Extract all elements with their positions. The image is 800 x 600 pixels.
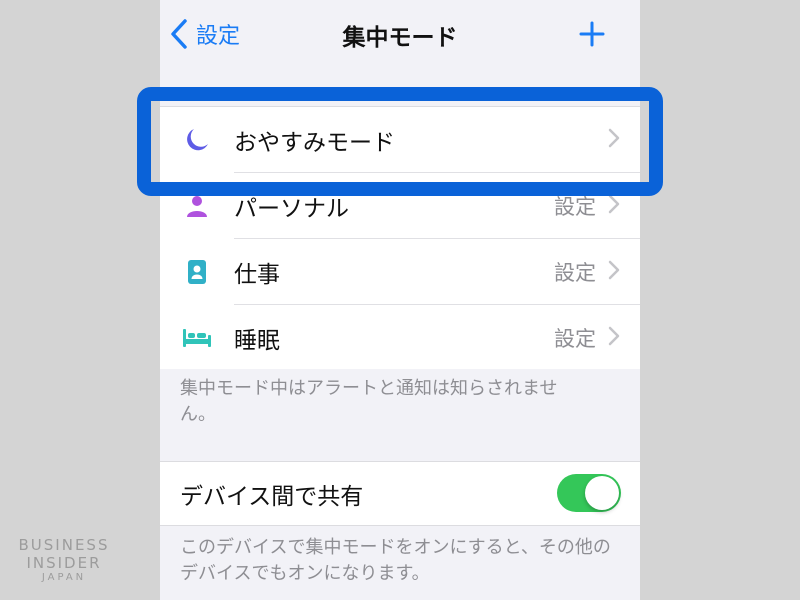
focus-item-work[interactable]: 仕事 設定 (160, 239, 640, 304)
focus-item-label: 仕事 (234, 261, 280, 288)
chevron-right-icon (608, 194, 620, 218)
business-insider-logo: BUSINESS INSIDER JAPAN (12, 536, 116, 584)
focus-item-do-not-disturb[interactable]: おやすみモード (160, 107, 640, 172)
share-across-devices-row: デバイス間で共有 (160, 461, 640, 526)
focus-item-sleep[interactable]: 睡眠 設定 (160, 305, 640, 370)
chevron-right-icon (608, 260, 620, 284)
focus-item-label: おやすみモード (234, 129, 395, 156)
person-icon (182, 191, 212, 221)
share-across-devices-toggle[interactable] (557, 474, 621, 512)
logo-line-1: BUSINESS (18, 536, 110, 554)
id-badge-icon (182, 257, 212, 287)
logo-line-3: JAPAN (41, 572, 87, 583)
add-focus-button[interactable] (578, 20, 606, 52)
moon-icon (182, 125, 212, 155)
navigation-bar: 設定 集中モード (160, 0, 640, 72)
focus-footer-note: 集中モード中はアラートと通知は知らされません。 (180, 378, 558, 425)
bed-icon (182, 323, 212, 353)
focus-item-personal[interactable]: パーソナル 設定 (160, 173, 640, 238)
share-footer-note: このデバイスで集中モードをオンにすると、その他のデバイスでもオンになります。 (180, 537, 611, 584)
chevron-right-icon (608, 128, 620, 152)
focus-item-detail: 設定 (554, 326, 596, 351)
focus-item-detail: 設定 (554, 260, 596, 285)
focus-mode-list: おやすみモード パーソナル 設定 仕事 設定 睡眠 設定 (160, 106, 640, 369)
focus-item-detail: 設定 (554, 194, 596, 219)
chevron-right-icon (608, 326, 620, 350)
logo-line-2: INSIDER (26, 554, 102, 572)
focus-item-label: パーソナル (234, 195, 349, 222)
focus-item-label: 睡眠 (234, 327, 280, 354)
focus-settings-screen: 設定 集中モード おやすみモード パーソナル 設定 仕事 設定 睡眠 設定 集中… (160, 0, 640, 600)
toggle-knob (585, 476, 619, 510)
page-title: 集中モード (342, 25, 458, 51)
plus-icon (578, 21, 606, 52)
share-across-devices-label: デバイス間で共有 (180, 483, 364, 510)
